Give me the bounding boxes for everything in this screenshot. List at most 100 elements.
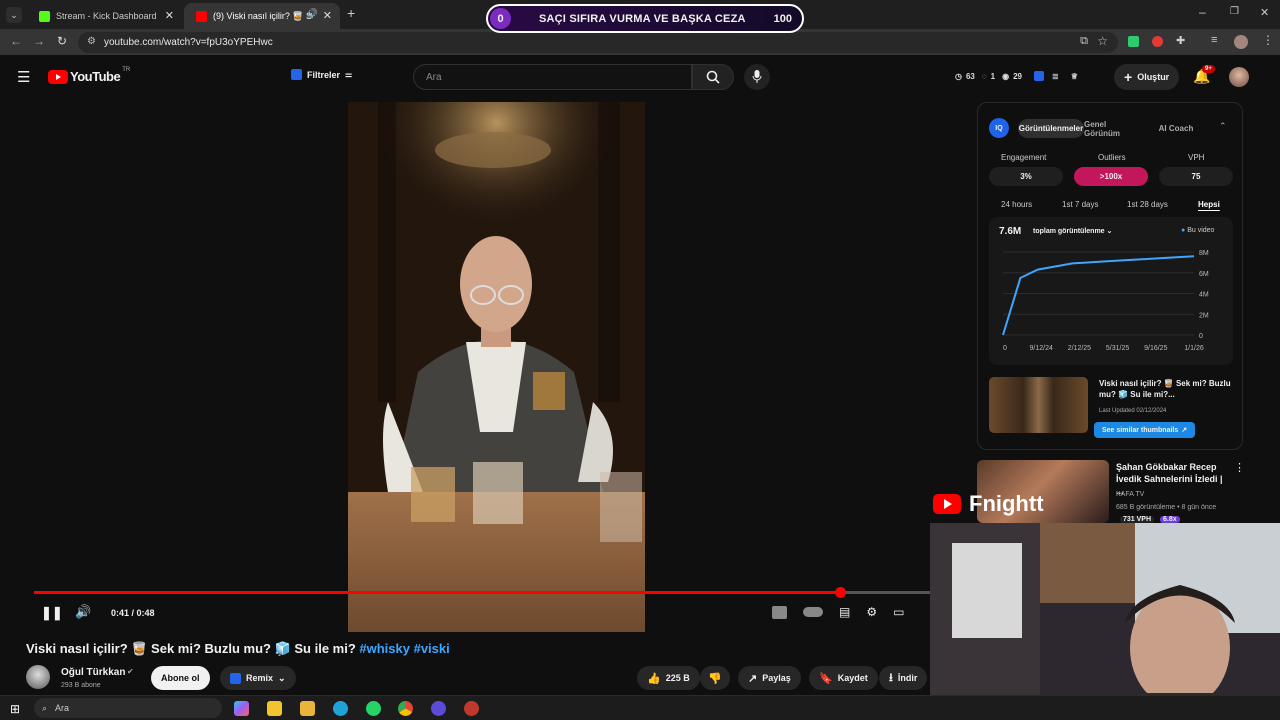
new-tab-button[interactable]: + <box>347 5 355 21</box>
dislike-button[interactable]: 👎 <box>700 666 730 690</box>
filters-button[interactable]: Filtreler ⚌ <box>291 69 352 80</box>
extensions-puzzle-icon[interactable]: ✚ <box>1176 34 1185 47</box>
vidiq-icon[interactable] <box>1034 71 1044 81</box>
start-button-icon[interactable]: ⊞ <box>10 702 20 716</box>
tab-label: AI Coach <box>1158 124 1194 133</box>
views-chart-card: 7.6M toplam görüntülenme ⌄ ● Bu video 02… <box>989 217 1233 365</box>
stat-c: 29 <box>1013 71 1022 81</box>
miniplayer-icon[interactable]: ▭ <box>893 605 904 619</box>
subscribe-button[interactable]: Abone ol <box>151 666 210 690</box>
progress-fill <box>34 591 841 594</box>
save-button[interactable]: 🔖 Kaydet <box>809 666 878 690</box>
bookmark-star-icon[interactable]: ☆ <box>1097 34 1108 48</box>
tab-ai-coach[interactable]: AI Coach <box>1148 119 1204 138</box>
overlay-text: SAÇI SIFIRA VURMA VE BAŞKA CEZA <box>538 12 746 25</box>
taskbar-search-placeholder: Ara <box>55 703 70 713</box>
edge-icon[interactable] <box>333 701 348 716</box>
related-thumbnail[interactable] <box>989 377 1088 433</box>
extension-green-icon[interactable] <box>1128 36 1139 47</box>
chrome-icon[interactable] <box>398 701 413 716</box>
video-frame[interactable] <box>348 102 645 632</box>
download-button[interactable]: ⭳ İndir <box>879 666 928 690</box>
share-icon: ↗ <box>748 672 758 685</box>
extension-red-icon[interactable] <box>1152 36 1163 47</box>
close-tab-icon[interactable]: ✕ <box>323 9 332 22</box>
collapse-icon[interactable]: ⌃ <box>1219 121 1227 132</box>
browser-menu-icon[interactable]: ⋮ <box>1262 33 1274 47</box>
settings-gear-icon[interactable]: ⚙ <box>866 605 877 619</box>
search-input[interactable]: Ara <box>413 64 692 90</box>
autoplay-toggle[interactable] <box>803 607 823 617</box>
tab-kick-dashboard[interactable]: Stream - Kick Dashboard ✕ <box>27 3 182 29</box>
remix-button[interactable]: Remix ⌄ <box>220 666 296 690</box>
store-icon[interactable] <box>267 701 282 716</box>
profile-avatar[interactable] <box>1234 35 1248 49</box>
reading-list-icon[interactable]: ≡ <box>1211 34 1217 46</box>
search-placeholder: Ara <box>426 71 442 83</box>
reload-icon[interactable]: ↻ <box>57 34 67 48</box>
range-all[interactable]: Hepsi <box>1198 200 1220 209</box>
overlay-right-count: 100 <box>773 12 792 25</box>
video-progress-bar[interactable] <box>34 587 932 598</box>
progress-scrubber[interactable] <box>835 587 847 598</box>
tab-views[interactable]: Görüntülenmeler <box>1018 119 1084 138</box>
volume-icon[interactable]: 🔊 <box>75 604 91 620</box>
recommended-menu-icon[interactable]: ⋮ <box>1234 461 1245 474</box>
account-avatar[interactable] <box>1229 67 1249 87</box>
stat-a: 63 <box>965 71 975 81</box>
install-icon[interactable]: ⧉ <box>1080 35 1088 48</box>
tab-overview[interactable]: Genel Görünüm <box>1084 119 1144 138</box>
obs-icon[interactable] <box>431 701 446 716</box>
pause-icon[interactable]: ❚❚ <box>41 605 63 621</box>
recommended-channel[interactable]: KAFA TV <box>1116 491 1144 498</box>
hamburger-menu-icon[interactable]: ☰ <box>17 68 30 86</box>
youtube-logo[interactable]: YouTube TR <box>48 66 131 84</box>
app-icon[interactable] <box>464 701 479 716</box>
tab-youtube[interactable]: (9) Viski nasıl içilir? 🥃 Sek 🔊 ✕ <box>184 3 340 29</box>
captions-icon[interactable]: ▤ <box>839 605 850 619</box>
x-tick-label: 9/16/25 <box>1144 345 1167 352</box>
channel-avatar[interactable] <box>26 665 50 689</box>
filters-label: Filtreler <box>307 69 341 80</box>
taskbar-search[interactable]: ⌕ Ara <box>34 698 222 718</box>
whatsapp-icon[interactable] <box>366 701 381 716</box>
region-code: TR <box>122 66 131 73</box>
title-hashtags[interactable]: #whisky #viski <box>359 641 449 656</box>
player-right-controls: ▤ ⚙ ▭ <box>772 605 904 619</box>
list-icon[interactable]: ≣ <box>1052 72 1059 81</box>
trophy-icon[interactable]: ♕ <box>1071 72 1078 81</box>
share-button[interactable]: ↗ Paylaş <box>738 666 801 690</box>
channel-name[interactable]: Oğul Türkkan <box>61 667 125 678</box>
webcam-feed <box>930 523 1280 720</box>
tab-search-icon[interactable]: ⌄ <box>6 7 22 23</box>
close-window-button[interactable]: ✕ <box>1260 6 1269 19</box>
related-title[interactable]: Viski nasıl içilir? 🥃 Sek mi? Buzlu mu? … <box>1099 378 1231 400</box>
notifications-button[interactable]: 🔔 9+ <box>1193 65 1215 86</box>
create-button[interactable]: + Oluştur <box>1114 64 1180 90</box>
share-label: Paylaş <box>762 673 791 683</box>
voice-search-button[interactable] <box>744 64 770 90</box>
last-updated: Last Updated 02/12/2024 <box>1099 408 1167 414</box>
like-count: 225 B <box>665 673 690 683</box>
back-icon[interactable]: ← <box>10 34 22 48</box>
search-icon <box>706 70 720 84</box>
url-bar[interactable]: ⚙ youtube.com/watch?v=fpU3oYPEHwc ⧉ ☆ <box>78 32 1118 53</box>
range-24h[interactable]: 24 hours <box>1001 200 1032 209</box>
close-tab-icon[interactable]: ✕ <box>165 9 174 22</box>
speaker-icon[interactable]: 🔊 <box>307 8 318 19</box>
range-28d[interactable]: 1st 28 days <box>1127 200 1168 209</box>
see-similar-thumbnails-button[interactable]: See similar thumbnails ↗ <box>1094 422 1196 438</box>
restore-button[interactable]: ❐ <box>1230 6 1239 17</box>
forward-icon[interactable]: → <box>33 34 45 48</box>
minimize-button[interactable]: – <box>1199 5 1206 19</box>
kick-icon <box>39 10 50 22</box>
eye-icon: ◉ <box>1002 71 1010 81</box>
search-button[interactable] <box>692 64 734 90</box>
like-button[interactable]: 👍 225 B <box>637 666 700 690</box>
vidiq-player-icon[interactable] <box>772 605 787 619</box>
site-info-icon[interactable]: ⚙ <box>87 36 96 47</box>
copilot-icon[interactable] <box>234 701 249 716</box>
range-7d[interactable]: 1st 7 days <box>1062 200 1098 209</box>
recommended-ratio: 6.8x <box>1160 516 1180 523</box>
file-explorer-icon[interactable] <box>300 701 315 716</box>
